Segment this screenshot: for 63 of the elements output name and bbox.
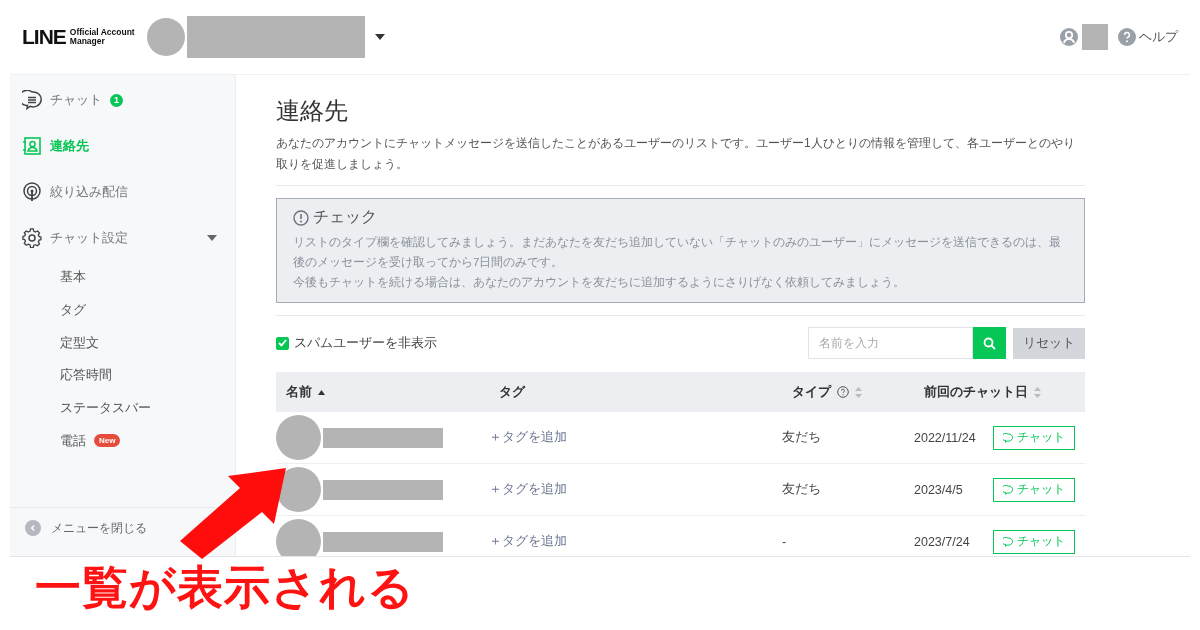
chat-bubble-icon [1003,432,1013,443]
broadcast-icon [22,182,42,202]
search-button[interactable] [973,327,1006,359]
chat-bubble-icon [1003,484,1013,495]
search-icon [983,336,996,350]
sort-icon[interactable] [1034,386,1041,398]
sidebar-subitem[interactable]: ステータスバー [60,399,151,418]
collapse-menu-button[interactable]: メニューを閉じる [25,520,147,536]
sidebar-label: チャット [50,91,102,109]
help-link[interactable]: ヘルプ [1139,28,1178,46]
sort-up-icon[interactable] [318,389,325,395]
column-header[interactable]: 名前 [286,383,312,401]
help-icon[interactable] [1118,28,1136,46]
redaction-bar [1082,24,1108,50]
sidebar-label: チャット設定 [50,229,128,247]
sort-icon[interactable] [855,386,862,398]
column-header[interactable]: タグ [499,383,525,401]
gear-icon [22,228,42,248]
avatar [276,415,321,460]
sidebar-item[interactable]: チャット 1 [10,77,235,123]
chevron-left-icon [25,520,41,536]
table-cell: 友だち [782,429,821,446]
sidebar-item[interactable]: チャット設定 [10,215,235,261]
sidebar-item[interactable]: 絞り込み配信 [10,169,235,215]
sidebar-label: 絞り込み配信 [50,183,128,201]
unread-count: 1 [110,93,123,107]
notice-title: チェック [313,207,377,227]
checkbox[interactable] [276,336,289,350]
caret-icon[interactable] [374,34,385,40]
alert-icon [293,209,309,226]
new-badge: New [94,434,121,448]
add-tag-link[interactable]: ＋タグを追加 [489,533,567,550]
notice-text: リストのタイプ欄を確認してみましょう。まだあなたを友だち追加していない「チャットのみのユーザー」にメッセージを送信できるのは、最後のメッセージを受け取ってから7日間のみです。 [293,234,1062,270]
page-description: あなたのアカウントにチャットメッセージを送信したことがあるユーザーのリストです。ユーザー1人ひとりの情報を管理して、各ユーザーとのやり取りを促進しましょう。 [276,135,1076,173]
sidebar-label: 連絡先 [50,137,89,155]
reset-button[interactable]: リセット [1013,327,1085,359]
caret-icon[interactable] [207,235,217,241]
help-icon[interactable] [837,386,849,398]
table-cell: 友だち [782,481,821,498]
page-title: 連絡先 [276,96,349,126]
column-header[interactable]: 前回のチャット日 [924,383,1028,401]
sidebar-subitem[interactable]: 基本 [60,268,86,287]
sidebar-subitem[interactable]: 電話 [60,431,86,450]
account-avatar [146,18,185,56]
sidebar-subitem[interactable]: タグ [60,301,86,320]
checkbox-label: スパムユーザーを非表示 [294,334,437,352]
add-tag-link[interactable]: ＋タグを追加 [489,481,567,498]
sidebar-subitem[interactable]: 応答時間 [60,366,112,385]
table-cell: - [782,534,787,549]
avatar [276,519,321,556]
table-cell: 2023/7/24 [914,534,970,549]
name-search-field[interactable]: 名前を入力 [808,327,973,359]
user-icon[interactable] [1060,28,1078,46]
table-cell: 2023/4/5 [914,482,963,497]
column-header[interactable]: タイプ [792,383,831,401]
add-tag-link[interactable]: ＋タグを追加 [489,429,567,446]
annotation-caption: 一覧が表示される [35,561,415,613]
chat-bubble-icon [1003,536,1013,547]
contact-card-icon [22,136,42,156]
notice-text: 今後もチャットを続ける場合は、あなたのアカウントを友だちに追加するようにさりげなく依頼してみましょう。 [293,274,906,291]
sidebar-subitem[interactable]: 定型文 [60,333,99,352]
chat-bubble-icon [22,90,42,110]
table-cell: 2022/11/24 [914,430,976,445]
